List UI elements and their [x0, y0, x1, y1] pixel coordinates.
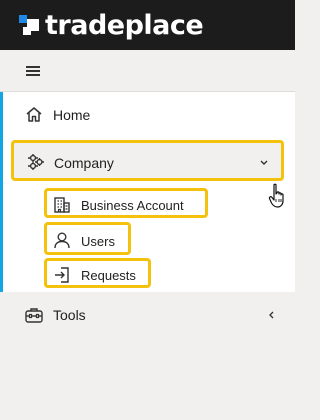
- hand-cursor-icon: [268, 183, 284, 208]
- sidebar-item-company[interactable]: Company: [11, 140, 284, 181]
- sign-in-icon: [55, 267, 69, 283]
- chevron-down-icon[interactable]: [259, 159, 269, 167]
- sidebar-item-label: Company: [54, 155, 114, 171]
- subitem-label: Requests: [81, 268, 136, 283]
- top-bar: tradeplace: [0, 0, 295, 50]
- sidebar-subitem-users[interactable]: Users: [44, 222, 131, 255]
- user-icon: [54, 232, 70, 249]
- sidebar-item-label: Tools: [53, 307, 86, 323]
- toolbar: [0, 50, 295, 92]
- hamburger-icon[interactable]: [26, 66, 40, 76]
- chevron-left-icon[interactable]: [268, 310, 275, 320]
- sidebar-item-home[interactable]: Home: [0, 100, 295, 130]
- sidebar-subitem-requests[interactable]: Requests: [44, 258, 151, 288]
- sidebar-item-label: Home: [53, 107, 91, 123]
- sidebar-subitem-business-account[interactable]: Business Account: [44, 188, 208, 218]
- subitem-label: Business Account: [81, 198, 184, 213]
- building-icon: [54, 197, 70, 213]
- toolbox-icon: [25, 308, 43, 323]
- tradeplace-logo-icon: [19, 15, 39, 35]
- company-icon: [28, 154, 44, 170]
- subitem-label: Users: [81, 234, 115, 249]
- brand-name: tradeplace: [45, 9, 204, 41]
- sidebar-item-tools[interactable]: Tools: [0, 300, 295, 330]
- home-icon: [26, 107, 42, 122]
